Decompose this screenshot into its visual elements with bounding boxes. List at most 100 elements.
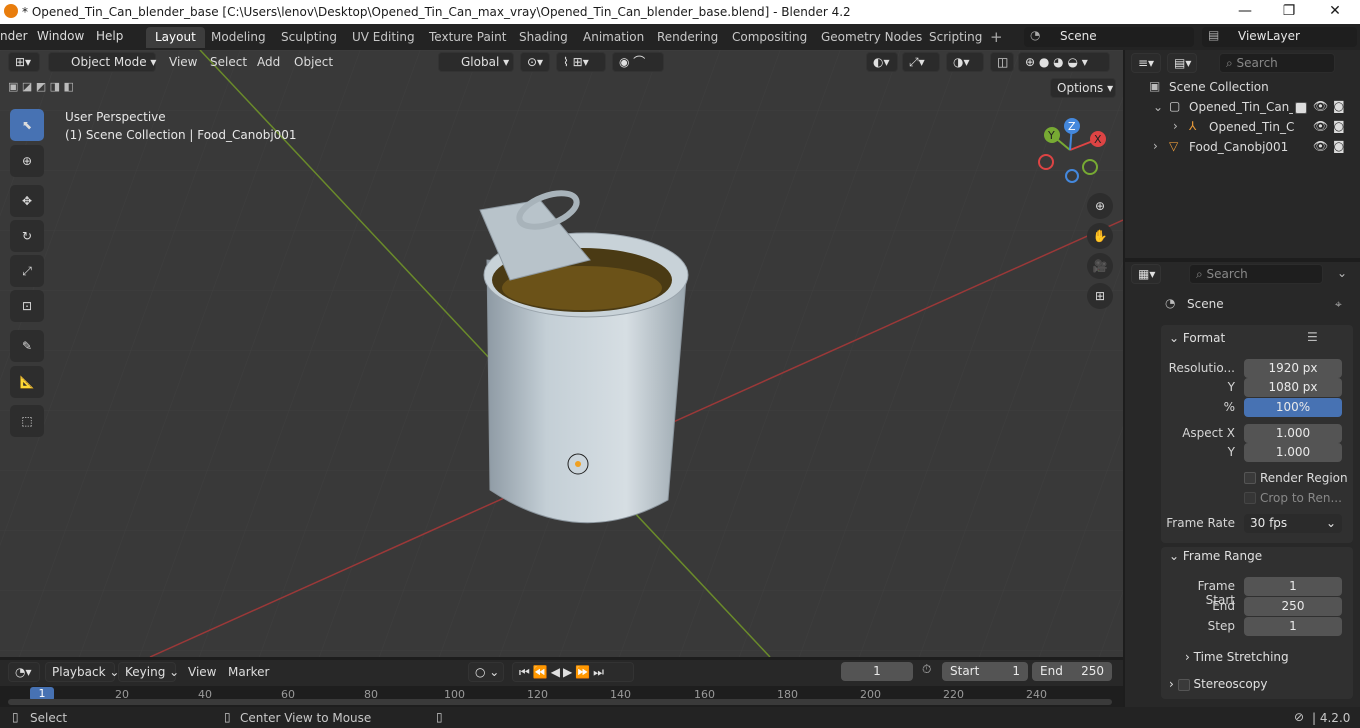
add-cube-tool[interactable]: ⬚ — [10, 405, 44, 437]
measure-tool[interactable]: 📐 — [10, 366, 44, 398]
scene-selector[interactable]: Scene ◔ — [1024, 27, 1194, 47]
frame-step-field[interactable]: 1 — [1244, 617, 1342, 636]
viewport-header: ⊞▾ Object Mode ▾ View Select Add Object … — [0, 50, 1123, 74]
add-workspace-icon[interactable]: + — [990, 28, 1003, 46]
outliner-row-food-can[interactable]: › ▽ Food_Canobj001 👁 ◙ — [1125, 138, 1360, 158]
menu-render[interactable]: nder — [0, 29, 28, 43]
aspect-y-field[interactable]: 1.000 — [1244, 443, 1342, 462]
end-frame-field[interactable]: End 250 — [1032, 662, 1112, 681]
snap-toggle[interactable]: ⌇ ⊞▾ — [556, 52, 606, 72]
gizmo-toggle[interactable]: ⤢▾ — [902, 52, 940, 72]
frame-range-header[interactable]: ⌄ Frame Range — [1169, 549, 1262, 571]
frame-end-field[interactable]: 250 — [1244, 597, 1342, 616]
menu-window[interactable]: Window — [37, 29, 84, 43]
object-mode-dropdown[interactable]: Object Mode ▾ — [48, 52, 156, 72]
properties-editor-type[interactable]: ▦▾ — [1131, 264, 1161, 284]
options-dropdown[interactable]: Options ▾ — [1050, 78, 1116, 98]
tab-rendering[interactable]: Rendering — [648, 27, 727, 48]
presets-list-icon[interactable]: ☰ — [1307, 330, 1318, 344]
resolution-x-field[interactable]: 1920 px — [1244, 359, 1342, 378]
close-button[interactable]: ✕ — [1312, 0, 1358, 24]
outliner-display-mode[interactable]: ▤▾ — [1167, 53, 1197, 73]
camera-icon[interactable]: 🎥 — [1087, 253, 1113, 279]
select-mode-buttons[interactable]: ▣ ◪ ◩ ◨ ◧ — [8, 80, 108, 96]
menu-view[interactable]: View — [169, 55, 197, 69]
scale-tool[interactable]: ⤢ — [10, 255, 44, 287]
cursor-tool[interactable]: ⊕ — [10, 145, 44, 177]
time-stretching-header[interactable]: › Time Stretching — [1185, 650, 1289, 672]
menu-object[interactable]: Object — [294, 55, 333, 69]
tab-texture-paint[interactable]: Texture Paint — [420, 27, 515, 48]
minimize-button[interactable]: — — [1222, 0, 1268, 24]
frame-start-field[interactable]: 1 — [1244, 577, 1342, 596]
stereoscopy-checkbox[interactable] — [1177, 678, 1190, 691]
eye-icon[interactable]: 👁 — [1313, 139, 1328, 153]
timeline-menu-view[interactable]: View — [188, 665, 216, 679]
resolution-y-field[interactable]: 1080 px — [1244, 378, 1342, 397]
tab-scripting[interactable]: Scripting — [920, 27, 991, 48]
outliner-search-input[interactable]: ⌕ Search — [1219, 53, 1335, 73]
auto-keying-toggle[interactable]: ○ ⌄ — [468, 662, 504, 682]
transform-tool[interactable]: ⊡ — [10, 290, 44, 322]
maximize-button[interactable]: ❐ — [1266, 0, 1312, 24]
menu-help[interactable]: Help — [96, 29, 123, 43]
proportional-edit-toggle[interactable]: ◉ ⌒ — [612, 52, 664, 72]
start-frame-field[interactable]: Start 1 — [942, 662, 1028, 681]
tab-sculpting[interactable]: Sculpting — [272, 27, 346, 48]
eye-icon[interactable]: 👁 — [1313, 119, 1328, 133]
exclude-checkbox[interactable] — [1295, 102, 1307, 114]
outliner-row-opened-tin-ca[interactable]: › ⅄ Opened_Tin_Ca 👁 ◙ — [1125, 118, 1360, 138]
rotate-tool[interactable]: ↻ — [10, 220, 44, 252]
visibility-dropdown[interactable]: ◐▾ — [866, 52, 898, 72]
tab-uv-editing[interactable]: UV Editing — [343, 27, 424, 48]
move-tool[interactable]: ✥ — [10, 185, 44, 217]
pan-hand-icon[interactable]: ✋ — [1087, 223, 1113, 249]
render-region-checkbox[interactable] — [1244, 472, 1256, 484]
playback-controls[interactable]: ⏮⏪◀▶⏩⏭ — [512, 662, 634, 682]
viewlayer-selector[interactable]: ViewLayer ▤ — [1202, 27, 1357, 47]
tab-layout[interactable]: Layout — [146, 27, 205, 48]
menu-select[interactable]: Select — [210, 55, 247, 69]
tab-modeling[interactable]: Modeling — [202, 27, 275, 48]
aspect-x-field[interactable]: 1.000 — [1244, 424, 1342, 443]
3d-viewport[interactable]: ⊞▾ Object Mode ▾ View Select Add Object … — [0, 50, 1123, 657]
camera-render-icon[interactable]: ◙ — [1333, 99, 1345, 113]
camera-render-icon[interactable]: ◙ — [1333, 139, 1345, 153]
pivot-dropdown[interactable]: ⊙▾ — [520, 52, 550, 72]
annotate-tool[interactable]: ✎ — [10, 330, 44, 362]
chevron-down-icon[interactable]: ⌄ — [1337, 266, 1347, 280]
playback-menu[interactable]: Playback ⌄ — [45, 662, 119, 682]
crop-checkbox[interactable] — [1244, 492, 1256, 504]
menu-add[interactable]: Add — [257, 55, 280, 69]
pin-icon[interactable]: ⌖ — [1335, 297, 1342, 312]
select-box-tool[interactable]: ⬉ — [10, 109, 44, 141]
camera-render-icon[interactable]: ◙ — [1333, 119, 1345, 133]
zoom-icon[interactable]: ⊕ — [1087, 193, 1113, 219]
editor-type-button[interactable]: ⊞▾ — [8, 52, 40, 72]
timeline-menu-marker[interactable]: Marker — [228, 665, 269, 679]
frame-rate-dropdown[interactable]: 30 fps ⌄ — [1244, 514, 1342, 533]
orientation-dropdown[interactable]: Global ▾ — [438, 52, 514, 72]
tab-compositing[interactable]: Compositing — [723, 27, 816, 48]
tab-geometry-nodes[interactable]: Geometry Nodes — [812, 27, 931, 48]
grid-view-icon[interactable]: ⊞ — [1087, 283, 1113, 309]
outliner-row-scene-collection[interactable]: ▣ Scene Collection — [1125, 78, 1360, 98]
tab-animation[interactable]: Animation — [574, 27, 653, 48]
timeline-editor-type[interactable]: ◔▾ — [8, 662, 40, 682]
current-frame-field[interactable]: 1 — [841, 662, 913, 681]
stereoscopy-header[interactable]: › Stereoscopy — [1169, 677, 1267, 699]
format-panel-header[interactable]: ⌄ Format — [1169, 331, 1225, 353]
overlay-toggle[interactable]: ◑▾ — [946, 52, 984, 72]
resolution-percent-slider[interactable]: 100% — [1244, 398, 1342, 417]
xray-toggle[interactable]: ◫ — [990, 52, 1014, 72]
properties-search-input[interactable]: ⌕ Search — [1189, 264, 1323, 284]
outliner-row-opened-tin-can[interactable]: ⌄ ▢ Opened_Tin_Can_la 👁 ◙ — [1125, 98, 1360, 118]
eye-icon[interactable]: 👁 — [1313, 99, 1328, 113]
stopwatch-icon[interactable]: ⏱ — [922, 662, 931, 677]
keying-menu[interactable]: Keying ⌄ — [118, 662, 179, 682]
tab-shading[interactable]: Shading — [510, 27, 577, 48]
navigation-gizmo[interactable]: X Y Z — [1030, 115, 1110, 185]
network-icon: ⊘ — [1294, 710, 1305, 724]
outliner-editor-type[interactable]: ≡▾ — [1131, 53, 1161, 73]
shading-mode-buttons[interactable]: ⊕ ● ◕ ◒ ▾ — [1018, 52, 1110, 72]
